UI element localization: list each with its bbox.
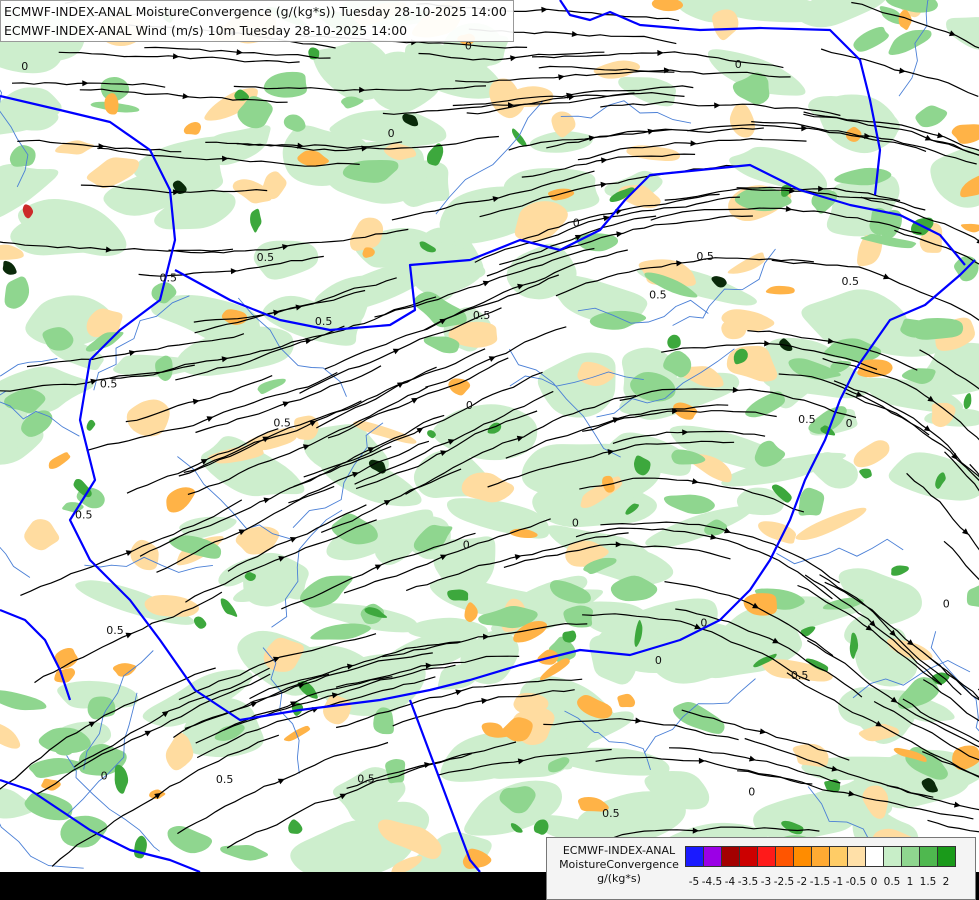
legend-swatch-12 (901, 846, 920, 867)
legend-swatch-2 (721, 846, 740, 867)
legend-swatch-11 (883, 846, 902, 867)
contour-label: 0.5 (160, 271, 178, 284)
contour-label: 0.5 (100, 377, 118, 390)
legend-swatch-9 (847, 846, 866, 867)
contour-label: 0 (572, 517, 579, 530)
map-title-box: ECMWF-INDEX-ANAL MoistureConvergence (g/… (0, 0, 514, 42)
weather-map: 0 0.5 0 0 0.5 0 0 0 0.5 0.5 0.5 0.5 0.5 0.5 0.5 0 0 0 0.5 0… (0, 0, 979, 900)
contour-label: 0.5 (75, 509, 93, 522)
legend-tick-label: 1 (906, 876, 914, 888)
contour-label: 0 (748, 785, 755, 798)
map-canvas: 0 0.5 0 0 0.5 0 0 0 0.5 0.5 0.5 0.5 0.5 0.5 0.5 0 0 0 0.5 0… (0, 0, 979, 900)
contour-label: 0.5 (696, 250, 714, 263)
contour-label: 0 (21, 60, 28, 73)
contour-label: 0 (735, 58, 742, 71)
legend-swatch-7 (811, 846, 830, 867)
moisture-title: ECMWF-INDEX-ANAL MoistureConvergence (g/… (4, 4, 507, 19)
legend-swatch-0 (685, 846, 704, 867)
legend-swatch-13 (919, 846, 938, 867)
contour-label: 0 (573, 217, 580, 230)
contour-label: 0 (463, 539, 470, 552)
legend-tick-label: -4.5 (701, 876, 723, 888)
legend-tick-label: 0 (870, 876, 878, 888)
legend-swatch-10 (865, 846, 884, 867)
convergence-area-strong (911, 317, 964, 340)
legend-tick-label: -5 (688, 876, 700, 888)
legend-tick-label: 2 (942, 876, 950, 888)
contour-label: 0.5 (216, 773, 234, 786)
legend-tick-label: -1.5 (809, 876, 831, 888)
legend-swatch-8 (829, 846, 848, 867)
legend-swatch-1 (703, 846, 722, 867)
legend-tick-label: -2.5 (773, 876, 795, 888)
legend-tick-label: -2 (796, 876, 808, 888)
legend-title-line2: MoistureConvergence (559, 858, 679, 871)
legend-unit: g/(kg*s) (597, 872, 641, 885)
contour-label: 0.5 (602, 807, 620, 820)
contour-label: 0 (466, 399, 473, 412)
legend-swatch-3 (739, 846, 758, 867)
legend-tick-label: 1.5 (919, 876, 937, 888)
legend-swatch-6 (793, 846, 812, 867)
legend-swatch-5 (775, 846, 794, 867)
contour-label: 0 (101, 770, 108, 783)
contour-label: 0 (846, 417, 853, 430)
contour-label: 0.5 (315, 315, 333, 328)
contour-label: 0.5 (357, 773, 375, 786)
legend-tick-label: -3.5 (737, 876, 759, 888)
legend-swatch-14 (937, 846, 956, 867)
legend-title: ECMWF-INDEX-ANAL MoistureConvergence g/(… (549, 844, 689, 886)
legend-swatch-4 (757, 846, 776, 867)
wind-title: ECMWF-INDEX-ANAL Wind (m/s) 10m Tuesday … (4, 23, 408, 38)
convergence-core (447, 589, 469, 601)
contour-label: 0.5 (473, 309, 491, 322)
contour-label: 0.5 (273, 416, 291, 429)
contour-label: 0 (700, 616, 707, 629)
contour-label: 0.5 (649, 289, 667, 302)
legend-swatches (685, 846, 956, 867)
legend-tick-label: -3 (760, 876, 772, 888)
contour-label: 0.5 (257, 251, 275, 264)
legend-title-line1: ECMWF-INDEX-ANAL (562, 844, 676, 857)
contour-label: 0 (943, 598, 950, 611)
convergence-core (562, 630, 577, 643)
contour-label: 0 (655, 654, 662, 667)
contour-label: 0.5 (842, 275, 860, 288)
legend-tick-label: -4 (724, 876, 736, 888)
contour-label: 0.5 (106, 624, 124, 637)
legend-tick-label: 0.5 (883, 876, 901, 888)
legend-tick-label: -0.5 (845, 876, 867, 888)
legend-tick-label: -1 (832, 876, 844, 888)
contour-label: 0.5 (791, 669, 809, 682)
contour-label: 0.5 (798, 413, 816, 426)
contour-label: 0 (388, 127, 395, 140)
color-legend: ECMWF-INDEX-ANAL MoistureConvergence g/(… (546, 837, 976, 900)
